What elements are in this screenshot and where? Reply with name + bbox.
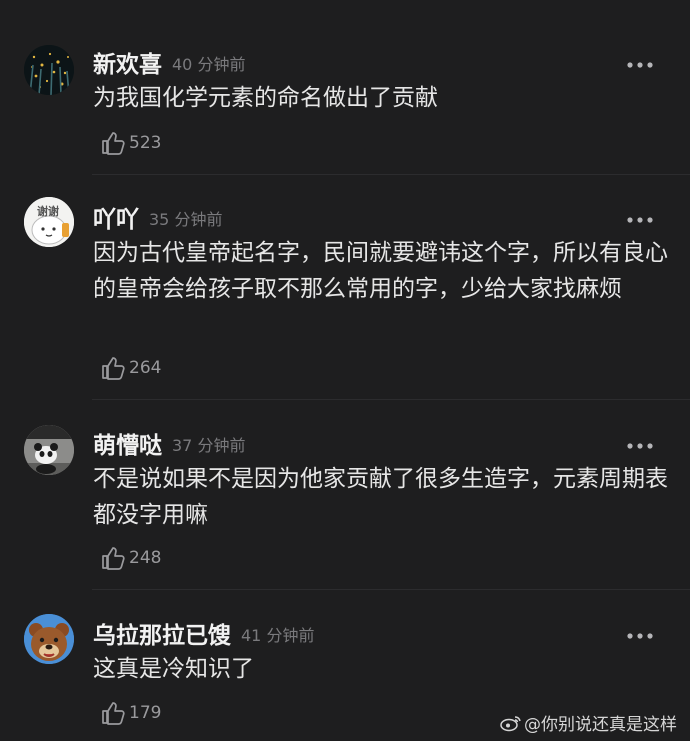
comment-time: 41 分钟前 <box>241 626 315 645</box>
avatar-lettering: 谢谢 <box>37 204 59 218</box>
like-button[interactable]: 264 <box>100 355 161 381</box>
more-options-icon[interactable] <box>626 55 656 68</box>
commenter-name-text[interactable]: 吖吖 <box>93 207 139 233</box>
commenter-name-text[interactable]: 萌懵哒 <box>93 433 162 459</box>
xiexie-cartoon-avatar-icon[interactable]: 谢谢 <box>24 197 74 247</box>
watermark: @你别说还真是这样 <box>500 710 677 735</box>
thumbs-up-icon <box>102 132 125 155</box>
comment-time: 37 分钟前 <box>172 436 246 455</box>
thumbs-up-icon <box>102 702 125 725</box>
like-count: 523 <box>129 133 162 153</box>
comment-text: 这真是冷知识了 <box>93 656 254 682</box>
comment-text: 不是说如果不是因为他家贡献了很多生造字，元素周期表都没字用嘛 <box>93 466 668 528</box>
thumbs-up-icon <box>102 357 125 380</box>
thumbs-up-icon <box>102 547 125 570</box>
more-options-icon[interactable] <box>626 626 656 639</box>
commenter-name[interactable]: 乌拉那拉已馊 41 分钟前 <box>93 616 314 650</box>
like-count: 264 <box>129 358 162 378</box>
like-count: 248 <box>129 548 162 568</box>
like-button[interactable]: 248 <box>100 545 161 571</box>
commenter-name[interactable]: 吖吖 35 分钟前 <box>93 200 222 234</box>
more-options-icon[interactable] <box>626 436 656 449</box>
commenter-name[interactable]: 新欢喜 40 分钟前 <box>93 45 245 79</box>
comment-divider <box>92 589 690 590</box>
bear-avatar-icon[interactable] <box>24 614 74 664</box>
commenter-name-text[interactable]: 新欢喜 <box>93 52 162 78</box>
comment-divider <box>92 399 690 400</box>
like-button[interactable]: 523 <box>100 130 161 156</box>
commenter-name[interactable]: 萌懵哒 37 分钟前 <box>93 426 245 460</box>
comment-time: 35 分钟前 <box>149 210 223 229</box>
starry-night-avatar-icon[interactable] <box>24 45 74 95</box>
comment-text: 因为古代皇帝起名字，民间就要避讳这个字，所以有良心的皇帝会给孩子取不那么常用的字… <box>93 240 668 302</box>
comment-time: 40 分钟前 <box>172 55 246 74</box>
comment-divider <box>92 174 690 175</box>
comment-text: 为我国化学元素的命名做出了贡献 <box>93 85 438 111</box>
like-button[interactable]: 179 <box>100 700 161 726</box>
more-options-icon[interactable] <box>626 210 656 223</box>
like-count: 179 <box>129 703 162 723</box>
commenter-name-text[interactable]: 乌拉那拉已馊 <box>93 623 231 649</box>
watermark-text: @你别说还真是这样 <box>524 715 677 735</box>
weibo-logo-icon <box>500 715 521 731</box>
panda-avatar-icon[interactable] <box>24 425 74 475</box>
